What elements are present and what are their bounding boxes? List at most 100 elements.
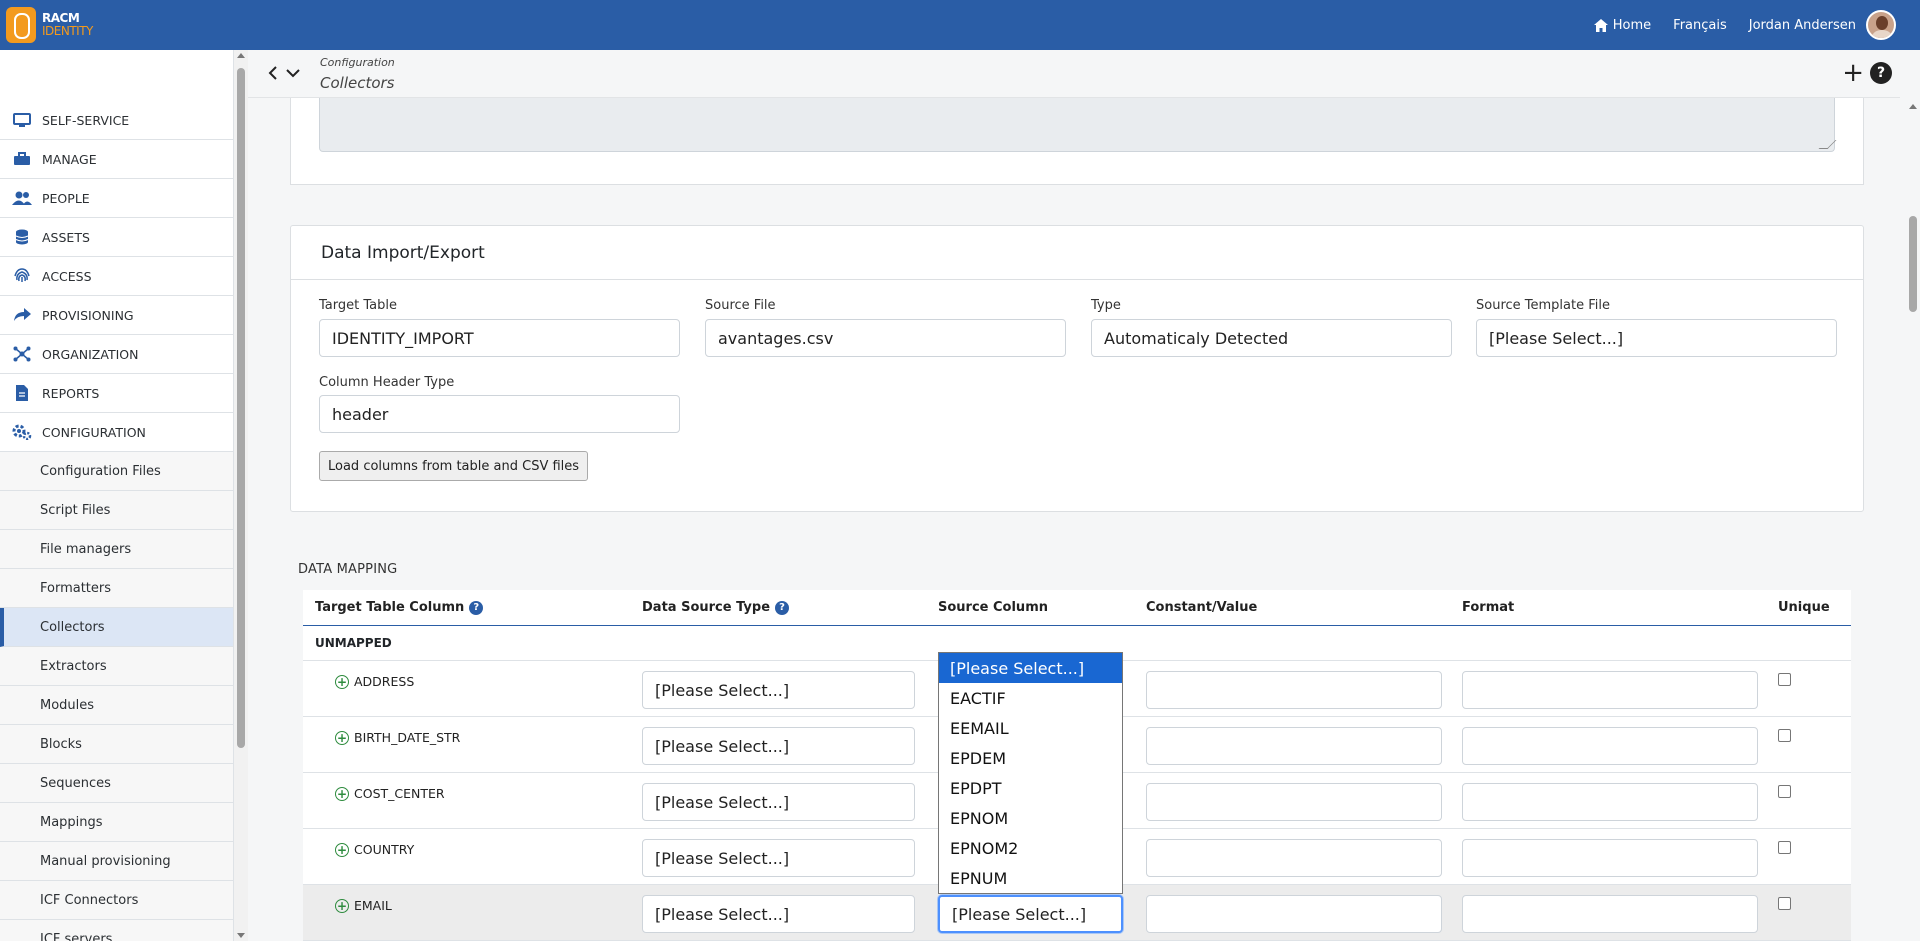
format-input[interactable]	[1462, 671, 1758, 709]
sidebar-subitem-icf-connectors[interactable]: ICF Connectors	[0, 881, 233, 920]
sidebar-subitem-blocks[interactable]: Blocks	[0, 725, 233, 764]
format-input[interactable]	[1462, 895, 1758, 933]
sidebar-menu: SELF-SERVICE MANAGE PEOPLE ASSETS ACCESS…	[0, 101, 233, 941]
help-question-icon[interactable]: ?	[469, 600, 484, 615]
type-label: Type	[1091, 298, 1121, 313]
help-button[interactable]: ?	[1870, 62, 1892, 84]
constant-value-input[interactable]	[1146, 727, 1442, 765]
dropdown-option[interactable]: EPNOM	[939, 803, 1122, 833]
format-input[interactable]	[1462, 839, 1758, 877]
card-title: Data Import/Export	[291, 226, 1863, 280]
constant-value-input[interactable]	[1146, 839, 1442, 877]
main-scroll-thumb[interactable]	[1909, 216, 1917, 312]
dropdown-option[interactable]: EPNOM2	[939, 833, 1122, 863]
scroll-up-arrow-icon[interactable]	[1909, 104, 1917, 109]
fingerprint-icon	[12, 268, 32, 284]
description-textarea[interactable]	[319, 98, 1835, 152]
user-menu[interactable]: Jordan Andersen	[1749, 10, 1896, 40]
col-constant-value: Constant/Value	[1146, 600, 1258, 615]
sidebar-item-people[interactable]: PEOPLE	[0, 179, 233, 218]
source-file-label: Source File	[705, 298, 776, 313]
source-template-select[interactable]: [Please Select...]	[1476, 319, 1837, 357]
column-header-field[interactable]: header	[319, 395, 680, 433]
sidebar-item-provisioning[interactable]: PROVISIONING	[0, 296, 233, 335]
sidebar-item-self-service[interactable]: SELF-SERVICE	[0, 101, 233, 140]
description-card	[290, 98, 1864, 185]
help-question-icon[interactable]: ?	[775, 600, 790, 615]
target-column-name: BIRTH_DATE_STR	[354, 730, 461, 745]
add-button[interactable]: +	[1842, 60, 1864, 86]
gears-icon	[12, 424, 32, 440]
sidebar-subitem-file-managers[interactable]: File managers	[0, 530, 233, 569]
add-circle-icon[interactable]: +	[335, 674, 349, 689]
sidebar-subitem-mappings[interactable]: Mappings	[0, 803, 233, 842]
data-mapping-title: DATA MAPPING	[298, 562, 398, 577]
sidebar-item-assets[interactable]: ASSETS	[0, 218, 233, 257]
sidebar: SELF-SERVICE MANAGE PEOPLE ASSETS ACCESS…	[0, 50, 234, 941]
data-source-type-select[interactable]: [Please Select...]	[642, 727, 915, 765]
sidebar-item-configuration[interactable]: CONFIGURATION	[0, 413, 233, 452]
dropdown-option[interactable]: EPDPT	[939, 773, 1122, 803]
constant-value-input[interactable]	[1146, 783, 1442, 821]
back-chevron-icon[interactable]	[268, 66, 278, 80]
sidebar-scrollbar[interactable]	[234, 50, 248, 941]
sidebar-item-reports[interactable]: REPORTS	[0, 374, 233, 413]
unique-checkbox[interactable]	[1778, 897, 1791, 910]
format-input[interactable]	[1462, 783, 1758, 821]
chevron-down-icon[interactable]	[286, 66, 300, 80]
load-columns-button[interactable]: Load columns from table and CSV files	[319, 451, 589, 481]
target-table-field[interactable]: IDENTITY_IMPORT	[319, 319, 680, 357]
home-link[interactable]: Home	[1593, 18, 1651, 33]
format-input[interactable]	[1462, 727, 1758, 765]
target-column-name: EMAIL	[354, 898, 392, 913]
add-circle-icon[interactable]: +	[335, 786, 349, 801]
language-link[interactable]: Français	[1673, 18, 1727, 33]
sidebar-subitem-manual-provisioning[interactable]: Manual provisioning	[0, 842, 233, 881]
data-source-type-select[interactable]: [Please Select...]	[642, 839, 915, 877]
col-format: Format	[1462, 600, 1515, 615]
data-source-type-select[interactable]: [Please Select...]	[642, 671, 915, 709]
scroll-up-arrow-icon[interactable]	[237, 53, 245, 58]
dropdown-option[interactable]: EEMAIL	[939, 713, 1122, 743]
scroll-down-arrow-icon[interactable]	[237, 933, 245, 938]
sidebar-subitem-icf-servers[interactable]: ICF servers	[0, 920, 233, 941]
sidebar-scroll-thumb[interactable]	[237, 68, 245, 748]
sidebar-subitem-formatters[interactable]: Formatters	[0, 569, 233, 608]
add-circle-icon[interactable]: +	[335, 898, 349, 913]
page-title: Collectors	[320, 74, 395, 92]
data-source-type-select[interactable]: [Please Select...]	[642, 783, 915, 821]
source-template-label: Source Template File	[1476, 298, 1610, 313]
sidebar-subitem-configuration-files[interactable]: Configuration Files	[0, 452, 233, 491]
col-data-source-type: Data Source Type	[642, 600, 771, 615]
constant-value-input[interactable]	[1146, 671, 1442, 709]
app-logo[interactable]: RACM IDENTITY	[6, 7, 93, 43]
unique-checkbox[interactable]	[1778, 729, 1791, 742]
add-circle-icon[interactable]: +	[335, 842, 349, 857]
dropdown-option[interactable]: EPDEM	[939, 743, 1122, 773]
main-scrollbar[interactable]	[1906, 98, 1920, 941]
unique-checkbox[interactable]	[1778, 785, 1791, 798]
source-column-dropdown[interactable]: [Please Select...] EACTIF EEMAIL EPDEM E…	[938, 652, 1123, 894]
add-circle-icon[interactable]: +	[335, 730, 349, 745]
dropdown-option[interactable]: EACTIF	[939, 683, 1122, 713]
data-source-type-select[interactable]: [Please Select...]	[642, 895, 915, 933]
target-column-name: COST_CENTER	[354, 786, 445, 801]
sidebar-subitem-sequences[interactable]: Sequences	[0, 764, 233, 803]
source-column-select[interactable]: [Please Select...]	[938, 895, 1123, 933]
sidebar-subitem-modules[interactable]: Modules	[0, 686, 233, 725]
sidebar-item-organization[interactable]: ORGANIZATION	[0, 335, 233, 374]
unique-checkbox[interactable]	[1778, 673, 1791, 686]
sidebar-item-access[interactable]: ACCESS	[0, 257, 233, 296]
sidebar-item-label: ASSETS	[42, 229, 90, 245]
dropdown-option[interactable]: [Please Select...]	[939, 653, 1122, 683]
sidebar-subitem-collectors[interactable]: Collectors	[0, 608, 233, 647]
sidebar-item-manage[interactable]: MANAGE	[0, 140, 233, 179]
unique-checkbox[interactable]	[1778, 841, 1791, 854]
type-field[interactable]: Automaticaly Detected	[1091, 319, 1452, 357]
sidebar-subitem-script-files[interactable]: Script Files	[0, 491, 233, 530]
breadcrumb[interactable]: Configuration	[320, 56, 395, 69]
constant-value-input[interactable]	[1146, 895, 1442, 933]
sidebar-subitem-extractors[interactable]: Extractors	[0, 647, 233, 686]
dropdown-option[interactable]: EPNUM	[939, 863, 1122, 893]
source-file-field[interactable]: avantages.csv	[705, 319, 1066, 357]
